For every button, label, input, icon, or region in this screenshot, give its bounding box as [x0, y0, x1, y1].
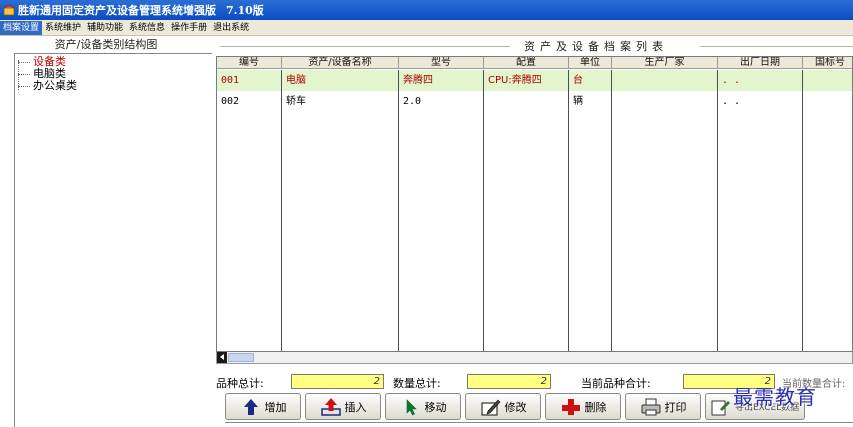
cell-model: 奔腾四	[399, 70, 484, 91]
cell-standard	[803, 70, 852, 91]
cell-manufacturer	[612, 70, 718, 91]
column-header-name[interactable]: 资产/设备名称	[282, 57, 399, 69]
current-kinds-label: 当前品种合计:	[581, 377, 651, 390]
list-title: 资产及设备档案列表	[524, 40, 668, 53]
cell-id: 002	[217, 91, 282, 112]
add-button-label: 增加	[264, 400, 287, 414]
column-header-model[interactable]: 型号	[399, 57, 484, 69]
menu-manual[interactable]: 操作手册	[168, 21, 210, 35]
list-header: 资产及设备档案列表	[212, 37, 853, 55]
column-header-manufacturer[interactable]: 生产厂家	[612, 57, 718, 69]
menu-system-maintenance[interactable]: 系统维护	[42, 21, 84, 35]
app-icon	[3, 4, 15, 16]
header-divider-right	[700, 46, 853, 47]
column-header-standard[interactable]: 国标号	[803, 57, 852, 69]
cell-date: . .	[718, 91, 803, 112]
tree-item-label: 办公桌类	[33, 79, 77, 92]
header-divider-left	[220, 46, 510, 47]
delete-icon	[560, 397, 582, 417]
window-version: 7.10版	[226, 4, 264, 17]
asset-grid[interactable]: 编号 资产/设备名称 型号 配置 单位 生产厂家 出厂日期 国标号 001 电脑…	[216, 56, 853, 352]
category-tree-panel	[14, 53, 212, 427]
cell-name: 轿车	[282, 91, 399, 112]
scroll-left-icon[interactable]	[217, 352, 227, 363]
edit-button-label: 修改	[504, 400, 527, 414]
cell-config: CPU:奔腾四	[484, 70, 569, 91]
watermark-text: 最需教育	[733, 385, 817, 409]
grid-header: 编号 资产/设备名称 型号 配置 单位 生产厂家 出厂日期 国标号	[217, 57, 852, 69]
button-row-lower-edge	[225, 422, 853, 427]
insert-button-label: 插入	[344, 400, 367, 414]
category-tree: 设备类 电脑类 办公桌类	[18, 56, 77, 92]
print-button[interactable]: 打印	[625, 393, 701, 420]
cell-config	[484, 91, 569, 112]
menu-bar: 档案设置 系统维护 辅助功能 系统信息 操作手册 退出系统	[0, 20, 853, 36]
grid-body: 001 电脑 奔腾四 CPU:奔腾四 台 . . 002 轿车 2.0 辆 . …	[217, 70, 852, 112]
cell-model: 2.0	[399, 91, 484, 112]
export-icon	[710, 397, 732, 417]
tree-title: 资产/设备类别结构图	[54, 38, 158, 51]
table-row[interactable]: 002 轿车 2.0 辆 . .	[217, 91, 852, 112]
cell-date: . .	[718, 70, 803, 91]
title-bar: 胜新通用固定资产及设备管理系统增强版 7.10版	[0, 0, 853, 20]
move-button[interactable]: 移动	[385, 393, 461, 420]
edit-button[interactable]: 修改	[465, 393, 541, 420]
cell-unit: 辆	[569, 91, 612, 112]
column-header-unit[interactable]: 单位	[569, 57, 612, 69]
edit-icon	[480, 397, 502, 417]
menu-system-info[interactable]: 系统信息	[126, 21, 168, 35]
delete-button[interactable]: 删除	[545, 393, 621, 420]
column-header-date[interactable]: 出厂日期	[718, 57, 803, 69]
cursor-icon	[400, 397, 422, 417]
kinds-total-label: 品种总计:	[216, 377, 264, 390]
print-button-label: 打印	[664, 400, 687, 414]
window-title: 胜新通用固定资产及设备管理系统增强版	[18, 4, 216, 17]
cell-unit: 台	[569, 70, 612, 91]
menu-archive-settings[interactable]: 档案设置	[0, 20, 43, 35]
cell-id: 001	[217, 70, 282, 91]
delete-button-label: 删除	[584, 400, 607, 414]
menu-auxiliary-functions[interactable]: 辅助功能	[84, 21, 126, 35]
tree-item-desk[interactable]: 办公桌类	[18, 80, 77, 92]
scroll-thumb[interactable]	[228, 353, 254, 362]
column-header-config[interactable]: 配置	[484, 57, 569, 69]
kinds-total-field: 2	[291, 374, 384, 389]
add-button[interactable]: 增加	[225, 393, 301, 420]
insert-button[interactable]: 插入	[305, 393, 381, 420]
cell-name: 电脑	[282, 70, 399, 91]
qty-total-value: 2	[540, 376, 547, 387]
up-arrow-icon	[240, 397, 262, 417]
kinds-total-value: 2	[373, 376, 380, 387]
cell-manufacturer	[612, 91, 718, 112]
horizontal-scrollbar[interactable]	[216, 352, 853, 364]
move-button-label: 移动	[424, 400, 447, 414]
insert-icon	[320, 397, 342, 417]
column-header-id[interactable]: 编号	[217, 57, 282, 69]
qty-total-label: 数量总计:	[393, 377, 441, 390]
table-row[interactable]: 001 电脑 奔腾四 CPU:奔腾四 台 . .	[217, 70, 852, 91]
printer-icon	[640, 397, 662, 417]
menu-exit[interactable]: 退出系统	[210, 21, 252, 35]
cell-standard	[803, 91, 852, 112]
grid-column-lines	[217, 70, 852, 351]
qty-total-field: 2	[467, 374, 551, 389]
